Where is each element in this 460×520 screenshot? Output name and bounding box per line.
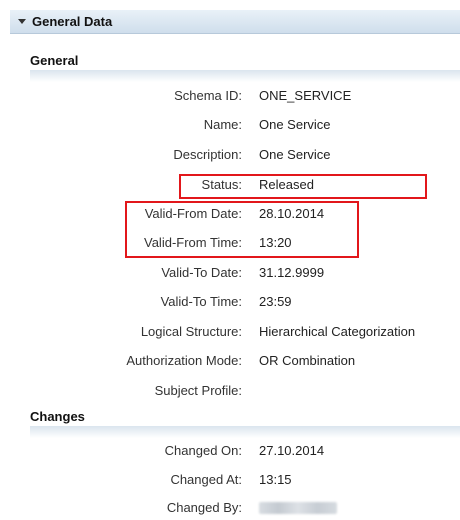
field-row-changed-on: Changed On: 27.10.2014 [0, 441, 460, 461]
changed-by-value [259, 498, 337, 520]
changed-by-label: Changed By: [166, 500, 242, 515]
section-divider-general [30, 70, 460, 82]
logical-structure-label: Logical Structure: [140, 324, 242, 339]
name-label: Name: [203, 117, 242, 132]
field-row-valid-to-date: Valid-To Date: 31.12.9999 [0, 263, 460, 283]
valid-to-date-label: Valid-To Date: [161, 265, 242, 280]
redacted-username [259, 502, 337, 514]
section-title-changes: Changes [30, 409, 85, 424]
valid-from-time-value: 13:20 [259, 235, 292, 250]
section-divider-changes [30, 426, 460, 438]
field-row-authorization-mode: Authorization Mode: OR Combination [0, 351, 460, 371]
field-row-name: Name: One Service [0, 115, 460, 135]
changed-at-label: Changed At: [170, 472, 242, 487]
status-label: Status: [201, 177, 242, 192]
authorization-mode-value: OR Combination [259, 353, 356, 368]
valid-from-time-label: Valid-From Time: [144, 235, 242, 250]
field-row-schema-id: Schema ID: ONE_SERVICE [0, 86, 460, 106]
changed-at-value: 13:15 [259, 472, 292, 487]
subject-profile-label: Subject Profile: [154, 383, 242, 398]
valid-to-date-value: 31.12.9999 [259, 265, 325, 280]
valid-from-date-value: 28.10.2014 [259, 206, 325, 221]
schema-id-value: ONE_SERVICE [259, 88, 352, 103]
status-value: Released [259, 177, 314, 192]
section-title-general: General [30, 53, 79, 68]
valid-from-date-label: Valid-From Date: [144, 206, 242, 221]
description-label: Description: [173, 147, 242, 162]
general-data-panel-header[interactable]: General Data [10, 10, 460, 34]
description-value: One Service [259, 147, 331, 162]
changed-on-value: 27.10.2014 [259, 443, 325, 458]
valid-to-time-label: Valid-To Time: [160, 294, 242, 309]
logical-structure-value: Hierarchical Categorization [259, 324, 416, 339]
collapse-triangle-icon[interactable] [18, 19, 26, 24]
field-row-logical-structure: Logical Structure: Hierarchical Categori… [0, 322, 460, 342]
valid-to-time-value: 23:59 [259, 294, 292, 309]
name-value: One Service [259, 117, 331, 132]
field-row-valid-to-time: Valid-To Time: 23:59 [0, 292, 460, 312]
field-row-changed-by: Changed By: [0, 498, 460, 518]
field-row-valid-from-time: Valid-From Time: 13:20 [0, 233, 460, 253]
field-row-subject-profile: Subject Profile: [0, 381, 460, 401]
schema-id-label: Schema ID: [174, 88, 242, 103]
changed-on-label: Changed On: [164, 443, 242, 458]
field-row-changed-at: Changed At: 13:15 [0, 470, 460, 490]
field-row-description: Description: One Service [0, 145, 460, 165]
field-row-valid-from-date: Valid-From Date: 28.10.2014 [0, 204, 460, 224]
panel-title: General Data [32, 14, 113, 29]
authorization-mode-label: Authorization Mode: [126, 353, 242, 368]
field-row-status: Status: Released [0, 175, 460, 195]
